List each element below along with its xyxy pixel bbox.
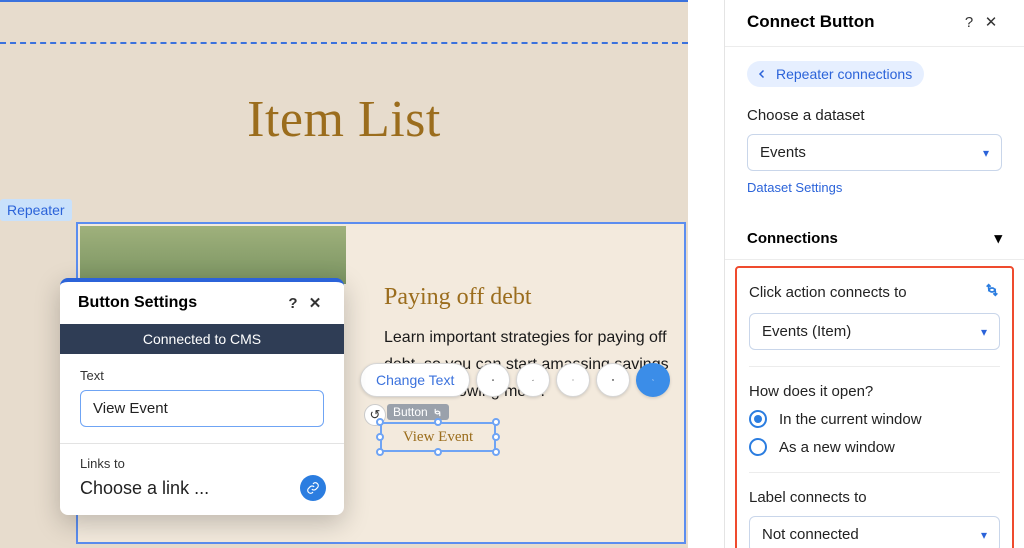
dataset-label: Choose a dataset — [747, 107, 1002, 124]
chevron-down-icon: ▾ — [983, 146, 989, 160]
connect-data-icon[interactable] — [636, 363, 670, 397]
label-connects-label: Label connects to — [749, 489, 1000, 506]
breadcrumb-chip[interactable]: Repeater connections — [747, 61, 924, 87]
chevron-down-icon: ▾ — [981, 325, 987, 339]
panel-title: Connect Button — [747, 12, 958, 32]
click-action-value: Events (Item) — [762, 323, 851, 340]
open-new-label: As a new window — [779, 439, 895, 456]
panel-header: Connect Button ? ✕ — [725, 0, 1024, 47]
change-text-button[interactable]: Change Text — [360, 363, 470, 397]
radio-icon — [749, 438, 767, 456]
popup-help-icon[interactable]: ? — [282, 295, 304, 312]
breadcrumb-text: Repeater connections — [776, 66, 912, 82]
element-toolbar: Change Text ? — [360, 360, 670, 400]
resize-handle[interactable] — [492, 433, 500, 441]
chevron-down-icon: ▾ — [981, 528, 987, 542]
editor-canvas[interactable]: Item List Repeater Paying off debt Learn… — [0, 0, 688, 548]
panel-help-icon[interactable]: ? — [958, 14, 980, 31]
click-action-select[interactable]: Events (Item) ▾ — [749, 313, 1000, 350]
design-icon[interactable] — [516, 363, 550, 397]
radio-icon — [749, 410, 767, 428]
popup-close-icon[interactable]: ✕ — [304, 294, 326, 312]
layout-icon[interactable] — [476, 363, 510, 397]
connections-heading[interactable]: Connections ▾ — [725, 223, 1024, 260]
dataset-settings-link[interactable]: Dataset Settings — [747, 180, 842, 195]
app-root: Item List Repeater Paying off debt Learn… — [0, 0, 1024, 548]
label-connects-select[interactable]: Not connected ▾ — [749, 516, 1000, 548]
panel-close-icon[interactable]: ✕ — [980, 13, 1002, 31]
links-to-value[interactable]: Choose a link ... — [80, 478, 324, 499]
repeater-tag[interactable]: Repeater — [0, 199, 72, 221]
dataset-select[interactable]: Events ▾ — [747, 134, 1002, 171]
resize-handle[interactable] — [434, 448, 442, 456]
repeater-item-image — [80, 226, 346, 284]
resize-handle[interactable] — [376, 433, 384, 441]
click-action-label: Click action connects to — [749, 284, 907, 301]
links-to-label: Links to — [80, 456, 324, 471]
resize-handle[interactable] — [376, 418, 384, 426]
animation-icon[interactable] — [556, 363, 590, 397]
open-current-label: In the current window — [779, 411, 922, 428]
button-text-input[interactable] — [80, 390, 324, 427]
connections-heading-text: Connections — [747, 230, 838, 247]
element-type-text: Button — [393, 405, 428, 419]
page-title: Item List — [0, 90, 688, 149]
link-icon[interactable] — [300, 475, 326, 501]
repeater-item-heading: Paying off debt — [384, 284, 532, 311]
selected-element[interactable]: Button View Event — [380, 422, 496, 452]
caret-down-icon: ▾ — [994, 229, 1002, 247]
popup-header: Button Settings ? ✕ — [60, 282, 344, 324]
resize-handle[interactable] — [492, 448, 500, 456]
help-icon[interactable]: ? — [596, 363, 630, 397]
open-new-radio[interactable]: As a new window — [749, 438, 1000, 456]
cms-banner: Connected to CMS — [60, 324, 344, 354]
popup-title: Button Settings — [78, 294, 197, 312]
text-field-label: Text — [80, 368, 324, 383]
resize-handle[interactable] — [376, 448, 384, 456]
connect-indicator-icon[interactable] — [984, 282, 1000, 303]
chevron-left-icon — [756, 68, 768, 80]
resize-handle[interactable] — [434, 418, 442, 426]
resize-handle[interactable] — [492, 418, 500, 426]
connections-highlight: Click action connects to Events (Item) ▾… — [735, 266, 1014, 548]
connect-mini-icon — [432, 407, 443, 418]
dataset-value: Events — [760, 144, 806, 161]
button-settings-popup: Button Settings ? ✕ Connected to CMS Tex… — [60, 278, 344, 515]
connect-panel: Connect Button ? ✕ Repeater connections … — [724, 0, 1024, 548]
label-connects-value: Not connected — [762, 526, 859, 543]
open-current-radio[interactable]: In the current window — [749, 410, 1000, 428]
open-label: How does it open? — [749, 383, 1000, 400]
